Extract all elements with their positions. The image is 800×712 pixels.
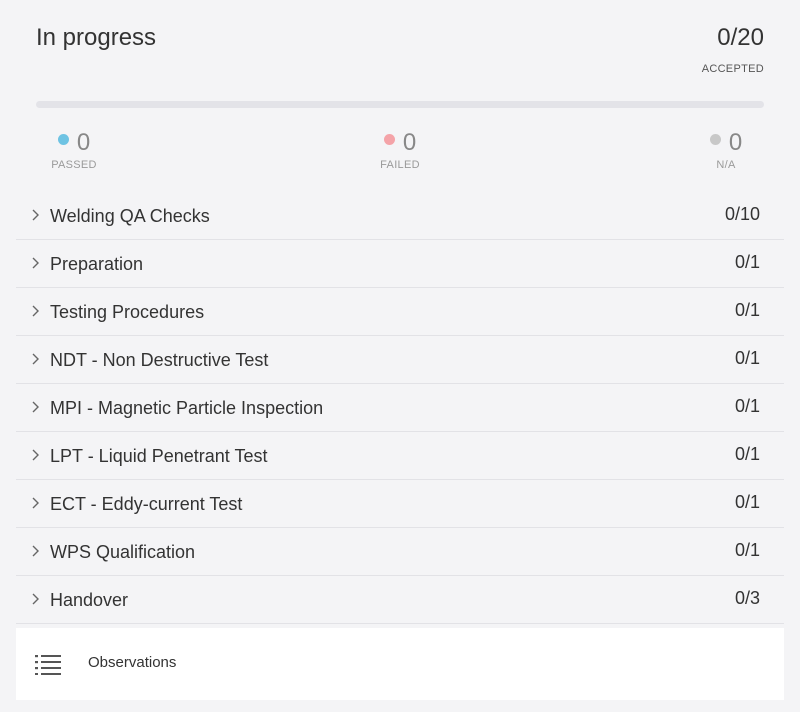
section-row-lpt[interactable]: LPT - Liquid Penetrant Test 0/1 bbox=[16, 432, 784, 480]
na-label: N/A bbox=[716, 159, 736, 171]
section-name: WPS Qualification bbox=[50, 542, 196, 562]
chevron-right-icon bbox=[32, 305, 39, 317]
section-name: Preparation bbox=[50, 254, 144, 274]
passed-label: PASSED bbox=[51, 159, 97, 171]
stat-failed: 0 FAILED bbox=[372, 129, 428, 172]
section-name: LPT - Liquid Penetrant Test bbox=[50, 446, 268, 466]
chevron-right-icon bbox=[32, 449, 39, 461]
chevron-right-icon bbox=[32, 353, 39, 365]
section-row-ndt[interactable]: NDT - Non Destructive Test 0/1 bbox=[16, 336, 784, 384]
list-icon bbox=[35, 655, 61, 675]
passed-dot-icon bbox=[57, 134, 69, 145]
section-count: 0/1 bbox=[734, 540, 760, 560]
section-count: 0/1 bbox=[734, 444, 760, 464]
section-count: 0/1 bbox=[734, 396, 760, 416]
section-row-wps-qualification[interactable]: WPS Qualification 0/1 bbox=[16, 528, 784, 576]
section-name: Welding QA Checks bbox=[50, 206, 210, 226]
na-count: 0 bbox=[728, 129, 743, 156]
section-row-welding-qa-checks[interactable]: Welding QA Checks 0/10 bbox=[16, 192, 784, 240]
section-count: 0/1 bbox=[734, 252, 760, 272]
chevron-right-icon bbox=[32, 545, 39, 557]
section-list: Welding QA Checks 0/10 Preparation 0/1 T… bbox=[16, 192, 784, 624]
failed-dot-icon bbox=[383, 134, 395, 145]
passed-count: 0 bbox=[76, 129, 91, 156]
observations-label: Observations bbox=[88, 654, 177, 671]
chevron-right-icon bbox=[32, 257, 39, 269]
failed-count: 0 bbox=[402, 129, 417, 156]
stat-na: 0 N/A bbox=[698, 130, 754, 171]
section-row-mpi[interactable]: MPI - Magnetic Particle Inspection 0/1 bbox=[16, 384, 784, 432]
chevron-right-icon bbox=[32, 497, 39, 509]
section-row-ect[interactable]: ECT - Eddy-current Test 0/1 bbox=[16, 480, 784, 528]
na-dot-icon bbox=[709, 134, 721, 145]
section-row-preparation[interactable]: Preparation 0/1 bbox=[16, 240, 784, 288]
section-row-handover[interactable]: Handover 0/3 bbox=[16, 576, 784, 624]
accepted-label: ACCEPTED bbox=[701, 63, 764, 75]
chevron-right-icon bbox=[32, 593, 39, 605]
status-title: In progress bbox=[36, 24, 157, 51]
section-name: Testing Procedures bbox=[50, 302, 205, 322]
section-name: ECT - Eddy-current Test bbox=[50, 494, 243, 514]
section-count: 0/1 bbox=[734, 300, 760, 320]
section-count: 0/1 bbox=[734, 348, 760, 368]
section-count: 0/10 bbox=[724, 204, 760, 224]
stat-passed: 0 PASSED bbox=[46, 129, 102, 172]
section-name: MPI - Magnetic Particle Inspection bbox=[50, 398, 324, 418]
chevron-right-icon bbox=[32, 401, 39, 413]
section-name: NDT - Non Destructive Test bbox=[50, 350, 269, 370]
section-row-testing-procedures[interactable]: Testing Procedures 0/1 bbox=[16, 288, 784, 336]
progress-bar bbox=[36, 101, 764, 108]
chevron-right-icon bbox=[32, 209, 39, 221]
failed-label: FAILED bbox=[380, 159, 420, 171]
observations-button[interactable]: Observations bbox=[16, 628, 784, 700]
section-name: Handover bbox=[50, 590, 129, 610]
accepted-count: 0/20 bbox=[717, 24, 764, 51]
section-count: 0/3 bbox=[734, 588, 760, 608]
section-count: 0/1 bbox=[734, 492, 760, 512]
